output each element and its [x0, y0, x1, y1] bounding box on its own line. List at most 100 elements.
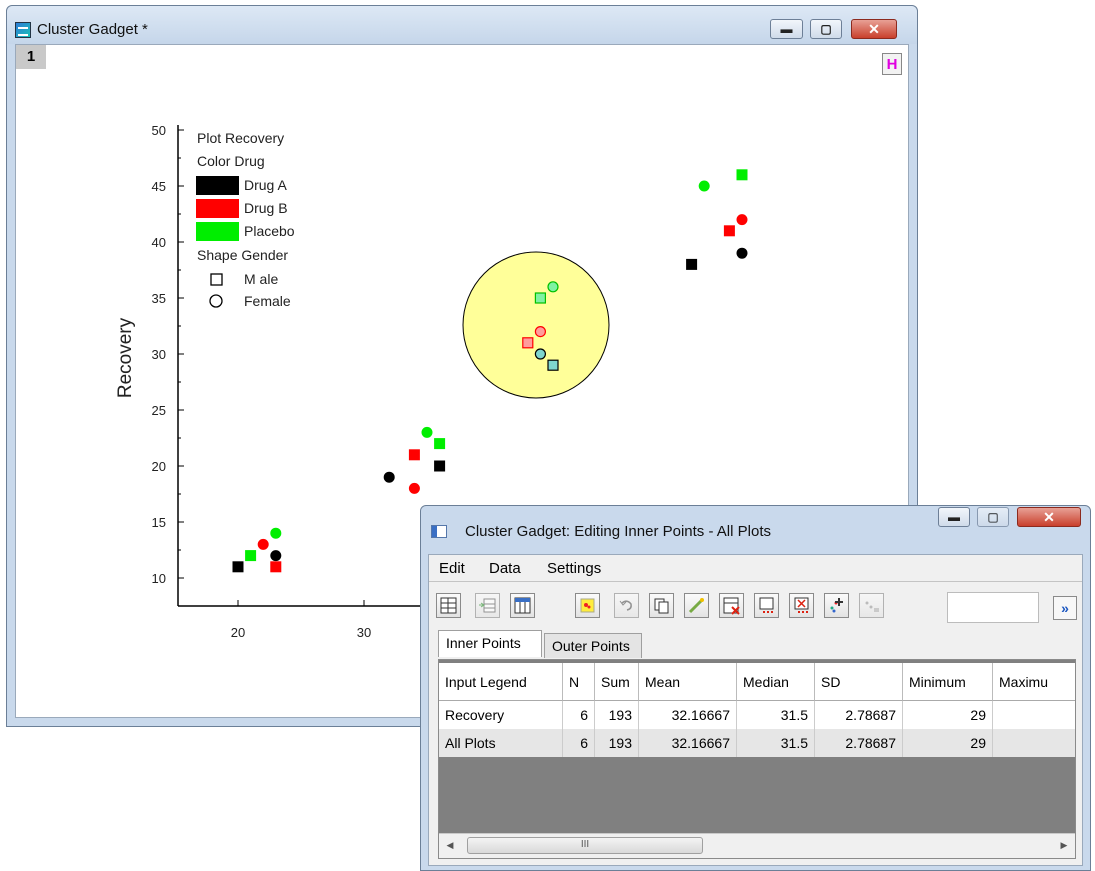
cluster-roi-circle[interactable]	[462, 251, 610, 399]
data-point-a-circle[interactable]	[383, 471, 395, 483]
data-point-a-square[interactable]	[232, 561, 244, 573]
y-tick-label: 25	[152, 403, 166, 418]
data-point-a-circle[interactable]	[534, 348, 547, 360]
y-tick-label: 40	[152, 235, 166, 250]
remove-points-icon[interactable]	[824, 593, 849, 618]
maximize-icon: ▢	[987, 510, 999, 524]
legend[interactable]: Plot Recovery Color Drug Drug A Drug B P…	[196, 130, 295, 309]
data-point-a-circle[interactable]	[736, 247, 748, 259]
dialog-title: Cluster Gadget: Editing Inner Points - A…	[465, 523, 771, 540]
menu-data[interactable]: Data	[489, 560, 521, 577]
data-point-a-square[interactable]	[547, 359, 559, 371]
dialog-window-icon	[431, 525, 447, 538]
editing-inner-points-dialog: Cluster Gadget: Editing Inner Points - A…	[420, 505, 1091, 871]
plot-axes	[177, 125, 430, 607]
y-tick-label: 10	[152, 571, 166, 586]
data-point-placebo-circle[interactable]	[547, 281, 559, 293]
table-cell: 2.78687	[815, 701, 903, 729]
data-point-placebo-square[interactable]	[434, 438, 446, 450]
menu-settings[interactable]: Settings	[547, 560, 601, 577]
y-tick-label: 15	[152, 515, 166, 530]
table-cell: 193	[595, 701, 639, 729]
data-point-a-square[interactable]	[434, 460, 446, 472]
scroll-left-arrow-icon[interactable]: ◀	[443, 837, 457, 854]
legend-shape-header: Shape Gender	[197, 247, 288, 263]
dialog-minimize-button[interactable]: ▬	[938, 507, 970, 527]
statistics-grid[interactable]: Input Legend N Sum Mean Median SD Minimu…	[438, 659, 1076, 859]
legend-label-male: M ale	[244, 271, 278, 287]
worksheet-icon[interactable]	[436, 593, 461, 618]
data-point-b-circle[interactable]	[736, 214, 748, 226]
column-header[interactable]: Minimum	[903, 663, 993, 701]
column-header[interactable]: Sum	[595, 663, 639, 701]
data-point-placebo-circle[interactable]	[270, 527, 282, 539]
dialog-tabs: Inner Points Outer Points	[429, 630, 1082, 658]
set-value-icon[interactable]	[719, 593, 744, 618]
grid-header-row: Input Legend N Sum Mean Median SD Minimu…	[439, 663, 1075, 701]
y-axis-label: Recovery	[115, 317, 136, 398]
y-tick-label: 20	[152, 459, 166, 474]
legend-label-drug-b: Drug B	[244, 200, 288, 216]
collapse-toolbar-button[interactable]: »	[1053, 596, 1077, 620]
data-point-placebo-square[interactable]	[245, 550, 257, 562]
dialog-close-button[interactable]: ✕	[1017, 507, 1081, 527]
data-point-b-circle[interactable]	[534, 326, 547, 338]
data-point-a-square[interactable]	[686, 258, 698, 270]
data-point-b-square[interactable]	[270, 561, 282, 573]
data-point-placebo-square[interactable]	[534, 292, 547, 304]
table-cell: 193	[595, 729, 639, 757]
delete-icon[interactable]	[754, 593, 779, 618]
menu-edit[interactable]: Edit	[439, 560, 465, 577]
legend-label-placebo: Placebo	[244, 223, 295, 239]
scroll-right-arrow-icon[interactable]: ▶	[1057, 837, 1071, 854]
table-row[interactable]: Recovery 6 193 32.16667 31.5 2.78687 29	[439, 701, 1075, 729]
dialog-menubar: Edit Data Settings	[429, 555, 1082, 582]
data-point-b-circle[interactable]	[257, 538, 269, 550]
column-header[interactable]: Mean	[639, 663, 737, 701]
table-cell: 31.5	[737, 701, 815, 729]
data-point-placebo-circle[interactable]	[698, 180, 710, 192]
column-header[interactable]: SD	[815, 663, 903, 701]
table-cell: All Plots	[439, 729, 563, 757]
data-point-b-circle[interactable]	[408, 482, 420, 494]
column-header[interactable]: Input Legend	[439, 663, 563, 701]
data-point-b-square[interactable]	[723, 225, 735, 237]
legend-square-symbol	[210, 273, 223, 286]
table-cell: 29	[903, 701, 993, 729]
data-point-a-circle[interactable]	[270, 550, 282, 562]
y-tick-label: 30	[152, 347, 166, 362]
scrollbar-thumb[interactable]: III	[467, 837, 703, 854]
copy-icon[interactable]	[649, 593, 674, 618]
legend-swatch-drug-b	[196, 199, 239, 218]
tab-outer-points[interactable]: Outer Points	[544, 633, 642, 658]
toolbar-text-field[interactable]	[947, 592, 1039, 623]
point-select-icon[interactable]	[575, 593, 600, 618]
mask-icon[interactable]	[684, 593, 709, 618]
data-point-placebo-circle[interactable]	[421, 426, 433, 438]
dialog-maximize-button[interactable]: ▢	[977, 507, 1009, 527]
table-cell: Recovery	[439, 701, 563, 729]
column-header[interactable]: Maximu	[993, 663, 1075, 701]
table-cell	[993, 701, 1075, 729]
horizontal-scrollbar[interactable]: ◀ III ▶	[439, 833, 1075, 858]
data-point-placebo-square[interactable]	[736, 169, 748, 181]
table-icon[interactable]	[510, 593, 535, 618]
add-points-icon[interactable]	[859, 593, 884, 618]
undo-icon[interactable]	[614, 593, 639, 618]
data-point-b-square[interactable]	[408, 449, 420, 461]
dialog-toolbar: »	[429, 589, 1082, 623]
table-cell: 2.78687	[815, 729, 903, 757]
table-cell	[993, 729, 1075, 757]
column-header[interactable]: Median	[737, 663, 815, 701]
column-header[interactable]: N	[563, 663, 595, 701]
legend-circle-symbol	[209, 294, 223, 308]
dialog-title-bar[interactable]: Cluster Gadget: Editing Inner Points - A…	[421, 506, 1090, 554]
dialog-body: Edit Data Settings » Inner Points Outer …	[428, 554, 1083, 866]
add-column-icon[interactable]	[475, 593, 500, 618]
extract-icon[interactable]	[789, 593, 814, 618]
data-point-b-square[interactable]	[522, 337, 534, 349]
table-cell: 6	[563, 729, 595, 757]
table-row[interactable]: All Plots 6 193 32.16667 31.5 2.78687 29	[439, 729, 1075, 757]
legend-swatch-placebo	[196, 222, 239, 241]
tab-inner-points[interactable]: Inner Points	[438, 630, 542, 657]
